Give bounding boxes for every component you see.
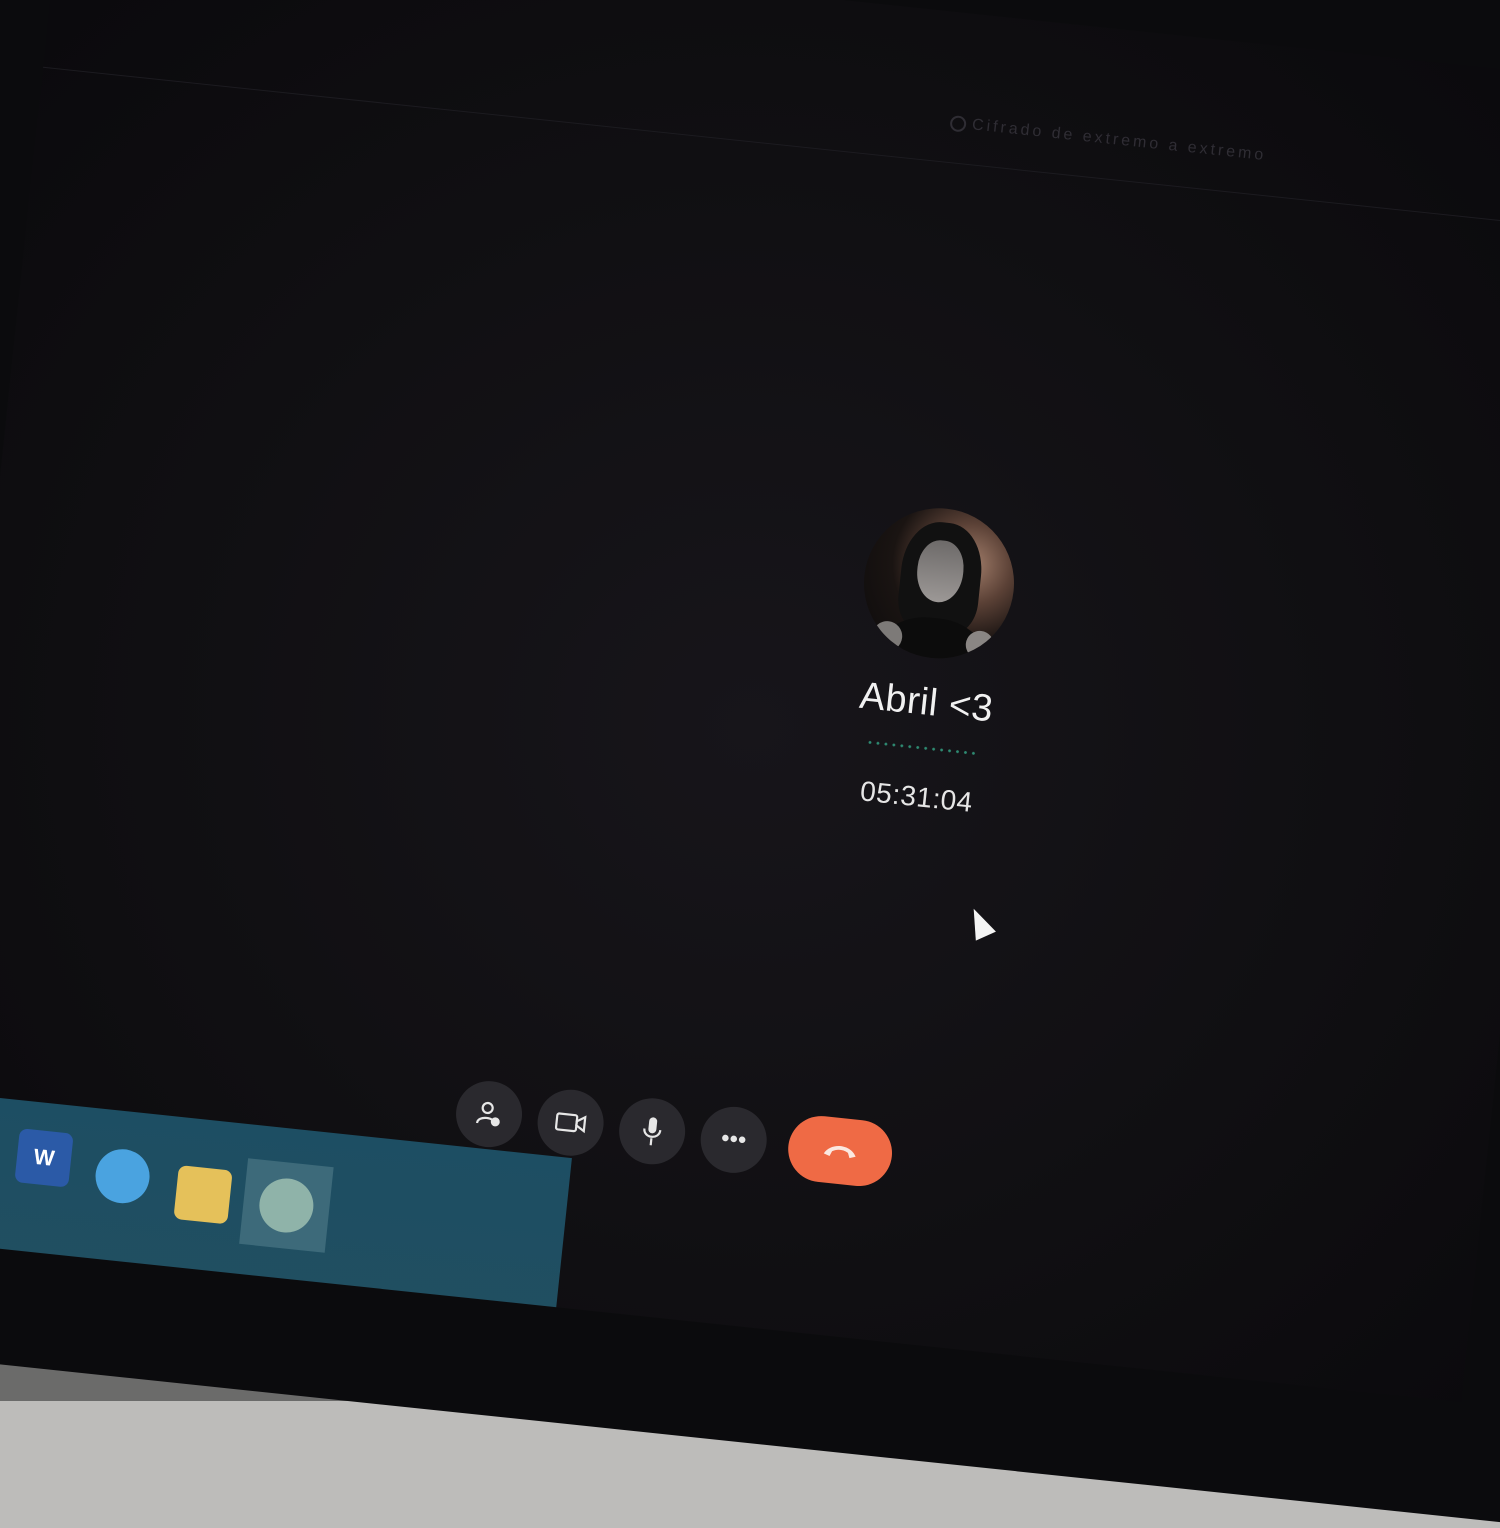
contact-avatar [856,500,1022,666]
call-timer: 05:31:04 [858,775,975,818]
add-person-icon [475,1101,500,1127]
mute-button[interactable] [615,1095,689,1168]
monitor: atsApp Cifrado de extremo a extremo Abri… [0,0,1500,1528]
more-options-button[interactable]: ••• [697,1103,770,1177]
microphone-icon [643,1117,662,1146]
video-camera-icon [554,1112,587,1134]
file-explorer-icon[interactable] [173,1165,233,1225]
call-info: Abril <3 05:31:04 [766,493,1096,829]
header-divider [42,66,1500,230]
video-button[interactable] [534,1086,607,1160]
whatsapp-icon [256,1175,317,1236]
end-call-button[interactable] [784,1112,896,1190]
encryption-dots [865,740,978,756]
contact-name: Abril <3 [857,674,996,731]
phone-hangup-icon [823,1146,856,1159]
taskbar-whatsapp-active[interactable] [239,1158,334,1253]
word-icon[interactable]: W [14,1128,74,1188]
whatsapp-call-window: atsApp Cifrado de extremo a extremo Abri… [0,0,1500,1403]
messages-icon[interactable] [92,1146,153,1206]
mouse-cursor-icon [963,904,996,941]
add-participant-button[interactable] [452,1077,526,1151]
encryption-note: Cifrado de extremo a extremo [971,116,1268,165]
lock-icon [949,114,967,133]
